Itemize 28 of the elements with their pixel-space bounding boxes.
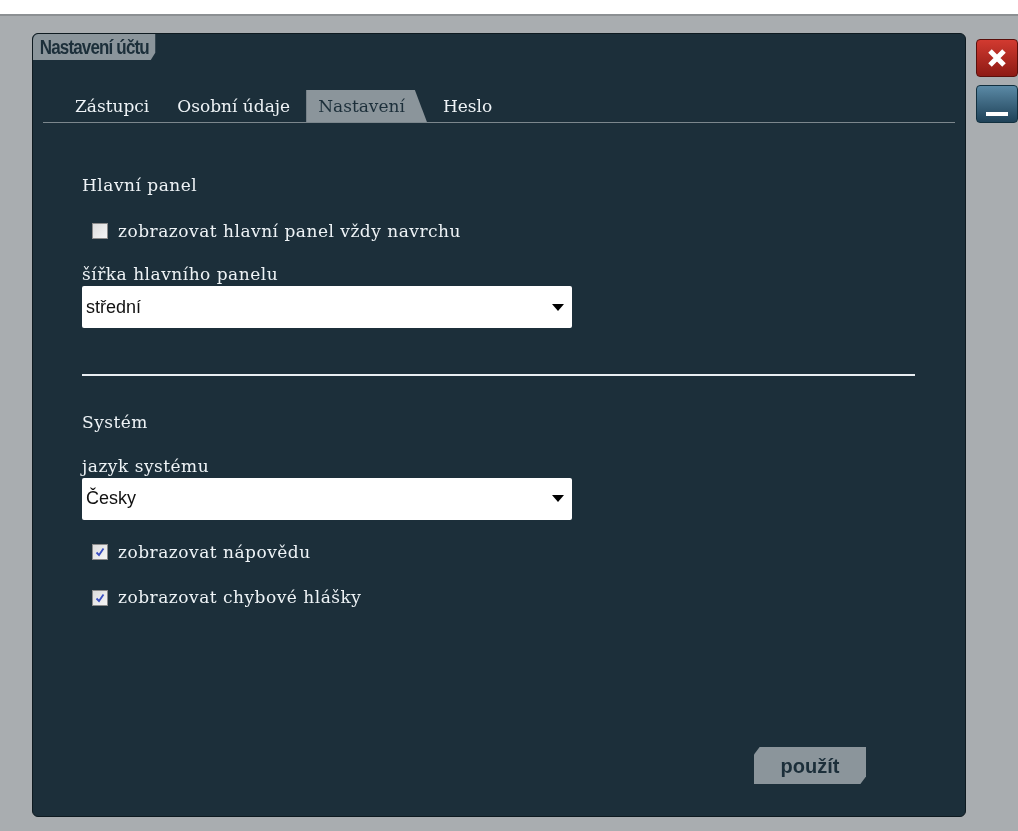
section-heading: Systém <box>82 411 149 434</box>
checkbox[interactable] <box>92 223 108 240</box>
checkbox-label: zobrazovat nápovědu <box>118 540 311 564</box>
field-label: šířka hlavního panelu <box>82 264 280 284</box>
checkbox-label: zobrazovat chybové hlášky <box>118 586 362 609</box>
tab[interactable]: Zástupci <box>63 90 162 122</box>
apply-button[interactable]: použít <box>754 747 866 784</box>
tab[interactable]: Nastavení <box>306 90 427 122</box>
window-title: Nastavení účtu <box>33 34 156 60</box>
dropdown[interactable]: střední <box>82 286 572 328</box>
checkmark-icon <box>95 592 105 603</box>
checkbox[interactable] <box>92 544 108 561</box>
minimize-icon <box>986 112 1008 116</box>
dropdown[interactable]: Česky <box>82 477 572 520</box>
section-heading: Hlavní panel <box>82 174 199 197</box>
close-button[interactable] <box>976 39 1018 77</box>
caret-icon <box>552 495 564 502</box>
close-icon <box>987 48 1007 68</box>
tab[interactable]: Heslo <box>430 90 505 122</box>
field-label: jazyk systému <box>82 455 211 476</box>
dropdown-value: Česky <box>86 486 136 510</box>
checkmark-icon <box>95 547 105 558</box>
dropdown-value: střední <box>86 295 142 319</box>
checkbox[interactable] <box>92 589 108 606</box>
caret-icon <box>552 303 564 311</box>
minimize-button[interactable] <box>976 85 1018 123</box>
checkbox-label: zobrazovat hlavní panel vždy navrchu <box>118 219 461 243</box>
tab[interactable]: Osobní údaje <box>165 90 303 122</box>
